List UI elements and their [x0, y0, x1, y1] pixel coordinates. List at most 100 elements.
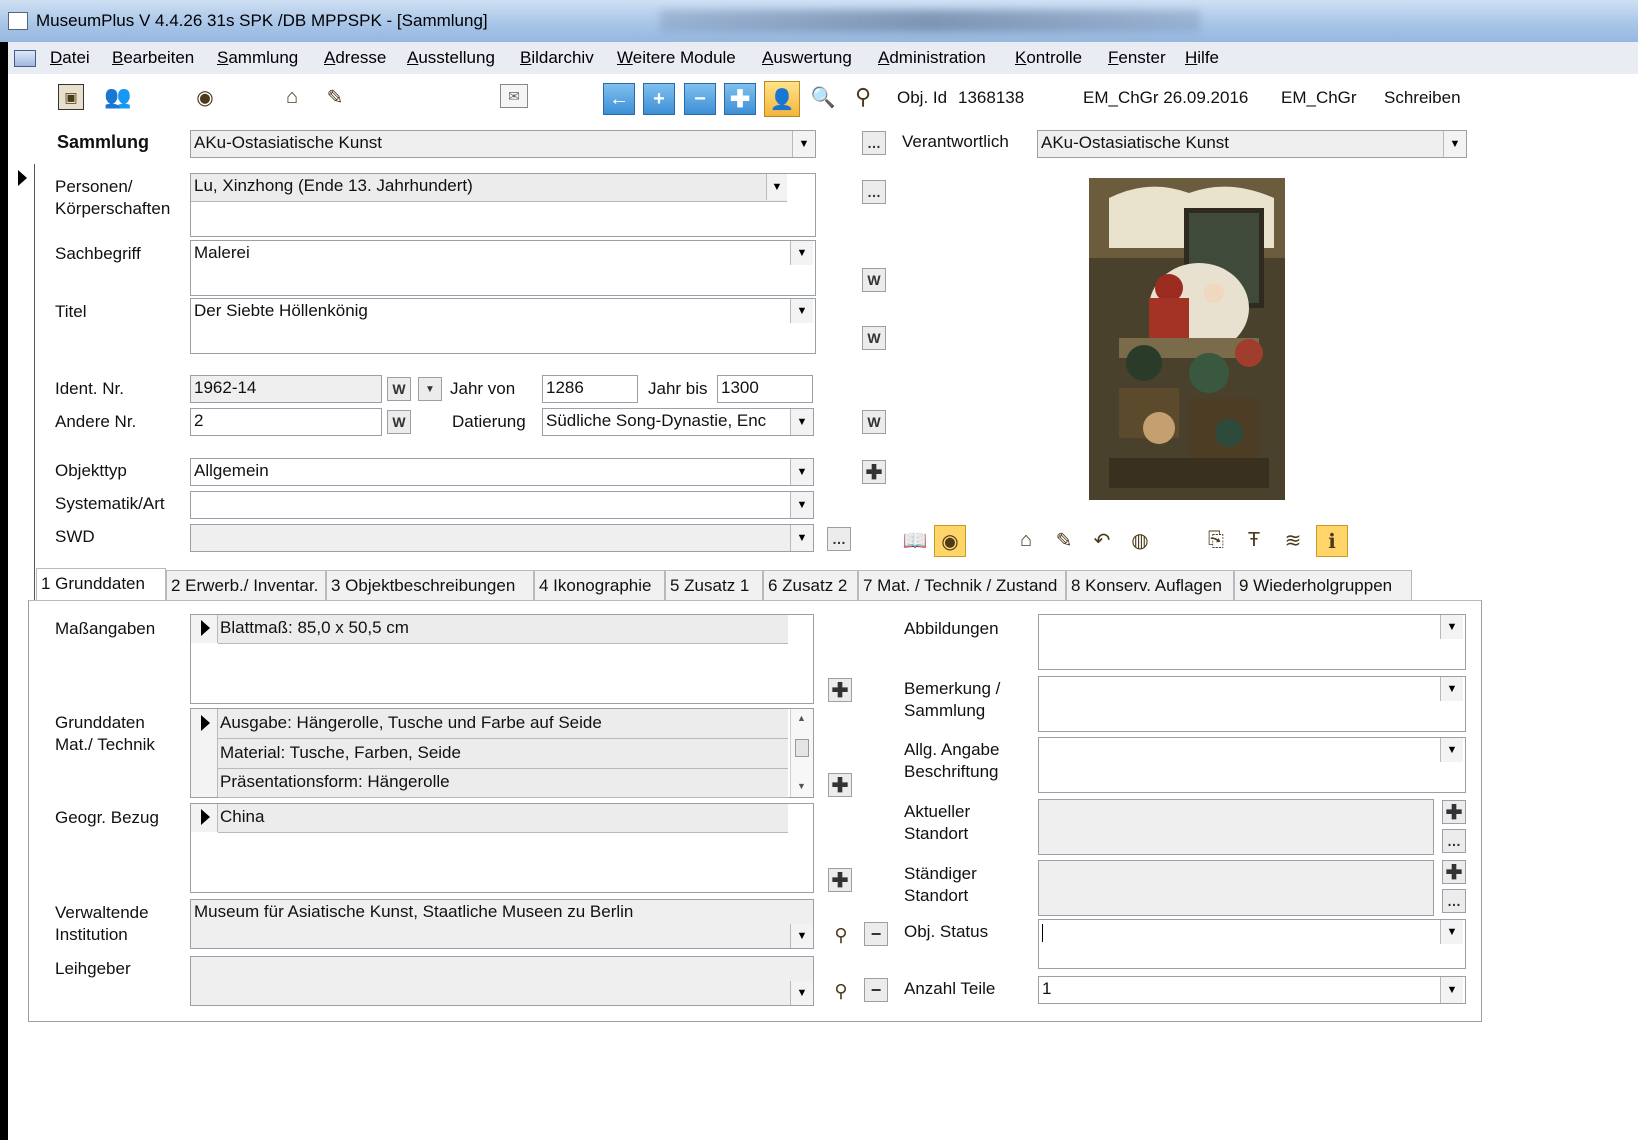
- book-icon[interactable]: 📖: [900, 525, 930, 555]
- objekttyp-add-button[interactable]: ✚: [862, 460, 886, 484]
- personen-list[interactable]: Lu, Xinzhong (Ende 13. Jahrhundert) ▼: [190, 173, 816, 237]
- mat-scrollbar[interactable]: ▲ ▼: [790, 709, 813, 797]
- staendiger-standort-field[interactable]: [1038, 860, 1434, 916]
- chevron-down-icon[interactable]: ▼: [1443, 131, 1466, 157]
- ident-w-button[interactable]: W: [387, 377, 411, 401]
- menu-ausstellung[interactable]: Ausstellung: [407, 46, 495, 70]
- objekttyp-select[interactable]: Allgemein ▼: [190, 458, 814, 486]
- ident-dropdown-button[interactable]: ▼: [418, 377, 442, 401]
- add-icon[interactable]: +: [643, 83, 675, 115]
- allg-angabe-field[interactable]: ▼: [1038, 737, 1466, 793]
- chevron-down-icon[interactable]: ▼: [790, 924, 813, 948]
- chevron-down-icon[interactable]: ▼: [790, 525, 813, 551]
- bemerkung-field[interactable]: ▼: [1038, 676, 1466, 732]
- mat-row-material[interactable]: Material: Tusche, Farben, Seide: [220, 743, 461, 763]
- text-icon[interactable]: Ŧ: [1239, 525, 1269, 555]
- verantwortlich-select[interactable]: AKu-Ostasiatische Kunst ▼: [1037, 130, 1467, 158]
- masse-add-button[interactable]: ✚: [828, 678, 852, 702]
- add-large-icon[interactable]: ✚: [724, 83, 756, 115]
- aktueller-standort-field[interactable]: [1038, 799, 1434, 855]
- masse-row[interactable]: Blattmaß: 85,0 x 50,5 cm: [220, 618, 409, 638]
- bookmark-icon[interactable]: ⎘: [1201, 525, 1231, 555]
- tab-zusatz-1[interactable]: 5 Zusatz 1: [665, 570, 763, 600]
- staendiger-add-button[interactable]: ✚: [1442, 860, 1466, 884]
- menu-bearbeiten[interactable]: Bearbeiten: [112, 46, 194, 70]
- menu-kontrolle[interactable]: Kontrolle: [1015, 46, 1082, 70]
- eye-icon[interactable]: ◉: [934, 525, 966, 557]
- leihgeber-field[interactable]: ▼: [190, 956, 814, 1006]
- menu-sammlung[interactable]: Sammlung: [217, 46, 298, 70]
- menu-adresse[interactable]: Adresse: [324, 46, 386, 70]
- staendiger-more-button[interactable]: …: [1442, 889, 1466, 913]
- scroll-thumb[interactable]: [795, 739, 809, 757]
- chevron-down-icon[interactable]: ▼: [1440, 677, 1463, 701]
- abbildungen-field[interactable]: ▼: [1038, 614, 1466, 670]
- andere-nr-w-button[interactable]: W: [387, 410, 411, 434]
- home-icon[interactable]: ⌂: [1011, 525, 1041, 555]
- binoculars-icon[interactable]: ⚲: [826, 976, 856, 1006]
- remove-icon[interactable]: −: [684, 83, 716, 115]
- sachbegriff-w-button[interactable]: W: [862, 268, 886, 292]
- info-icon[interactable]: ℹ: [1316, 525, 1348, 557]
- scroll-down-icon[interactable]: ▼: [797, 781, 806, 791]
- home-icon[interactable]: ⌂: [277, 82, 307, 112]
- pen-icon[interactable]: ✎: [320, 82, 350, 112]
- chevron-down-icon[interactable]: ▼: [1440, 920, 1463, 944]
- tab-zusatz-2[interactable]: 6 Zusatz 2: [763, 570, 858, 600]
- tab-mat-technik-zustand[interactable]: 7 Mat. / Technik / Zustand: [858, 570, 1066, 600]
- tab-ikonographie[interactable]: 4 Ikonographie: [534, 570, 665, 600]
- masse-list[interactable]: Blattmaß: 85,0 x 50,5 cm: [190, 614, 814, 704]
- chevron-down-icon[interactable]: ▼: [1440, 615, 1463, 639]
- mat-row-praesentation[interactable]: Präsentationsform: Hängerolle: [220, 772, 450, 792]
- geo-add-button[interactable]: ✚: [828, 868, 852, 892]
- aktueller-add-button[interactable]: ✚: [1442, 800, 1466, 824]
- personen-more-button[interactable]: …: [862, 180, 886, 204]
- systematik-select[interactable]: ▼: [190, 491, 814, 519]
- menu-fenster[interactable]: Fenster: [1108, 46, 1166, 70]
- anzahl-teile-select[interactable]: 1 ▼: [1038, 976, 1466, 1004]
- chevron-down-icon[interactable]: ▼: [790, 409, 813, 435]
- chevron-down-icon[interactable]: ▼: [766, 174, 787, 200]
- back-arrow-icon[interactable]: ←: [603, 83, 635, 115]
- sachbegriff-field[interactable]: Malerei ▼: [190, 240, 816, 296]
- menu-datei[interactable]: Datei: [50, 46, 90, 70]
- chevron-down-icon[interactable]: ▼: [790, 981, 813, 1005]
- chevron-down-icon[interactable]: ▼: [790, 299, 813, 323]
- leihgeber-remove-button[interactable]: −: [864, 978, 888, 1002]
- tab-erwerb-inventar[interactable]: 2 Erwerb./ Inventar.: [166, 570, 326, 600]
- mat-list[interactable]: Ausgabe: Hängerolle, Tusche und Farbe au…: [190, 708, 814, 798]
- object-image-thumbnail[interactable]: [1089, 178, 1285, 500]
- jahr-bis-field[interactable]: 1300: [717, 375, 813, 403]
- binoculars-icon[interactable]: ⚲: [826, 920, 856, 950]
- users-icon[interactable]: 👥: [103, 82, 133, 112]
- mat-add-button[interactable]: ✚: [828, 773, 852, 797]
- menu-administration[interactable]: Administration: [878, 46, 986, 70]
- aktueller-more-button[interactable]: …: [1442, 829, 1466, 853]
- datierung-w-button[interactable]: W: [862, 410, 886, 434]
- chevron-down-icon[interactable]: ▼: [790, 492, 813, 518]
- binoculars-icon[interactable]: ⚲: [848, 82, 878, 112]
- document-window-icon[interactable]: [14, 50, 36, 67]
- andere-nr-field[interactable]: 2: [190, 408, 382, 436]
- tab-objektbeschreibungen[interactable]: 3 Objektbeschreibungen: [326, 570, 534, 600]
- chevron-down-icon[interactable]: ▼: [792, 131, 815, 157]
- chevron-down-icon[interactable]: ▼: [1440, 738, 1463, 762]
- chevron-down-icon[interactable]: ▼: [790, 459, 813, 485]
- jahr-von-field[interactable]: 1286: [542, 375, 638, 403]
- datierung-select[interactable]: Südliche Song-Dynastie, Enc ▼: [542, 408, 814, 436]
- sammlung-select[interactable]: AKu-Ostasiatische Kunst ▼: [190, 130, 816, 158]
- swd-select[interactable]: ▼: [190, 524, 814, 552]
- menu-hilfe[interactable]: Hilfe: [1185, 46, 1219, 70]
- titel-field[interactable]: Der Siebte Höllenkönig ▼: [190, 298, 816, 354]
- mat-row-ausgabe[interactable]: Ausgabe: Hängerolle, Tusche und Farbe au…: [220, 713, 602, 733]
- eye-icon[interactable]: ◉: [190, 82, 220, 112]
- obj-status-field[interactable]: ▼: [1038, 919, 1466, 969]
- chevron-down-icon[interactable]: ▼: [790, 241, 813, 265]
- verw-remove-button[interactable]: −: [864, 922, 888, 946]
- verw-field[interactable]: Museum für Asiatische Kunst, Staatliche …: [190, 899, 814, 949]
- layers-icon[interactable]: ≋: [1278, 525, 1308, 555]
- scroll-up-icon[interactable]: ▲: [797, 713, 806, 723]
- undo-icon[interactable]: ↶: [1087, 525, 1117, 555]
- mail-icon[interactable]: ✉: [500, 84, 528, 108]
- pen-icon[interactable]: ✎: [1049, 525, 1079, 555]
